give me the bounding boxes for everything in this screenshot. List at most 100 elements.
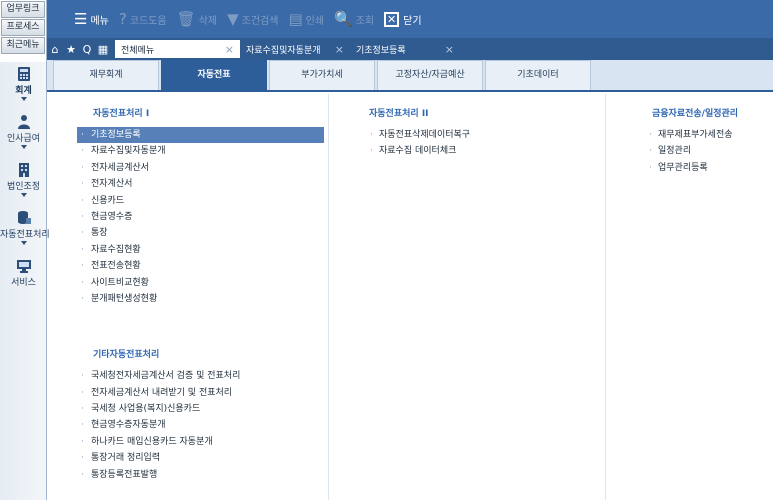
menu-item[interactable]: 자료수집및자동분개 — [77, 143, 327, 160]
search-icon[interactable]: Q — [79, 43, 95, 56]
menu-item[interactable]: 업무관리등록 — [648, 160, 773, 177]
nav-label-corporate-adjust: 법인조정 — [6, 182, 41, 192]
tab-data-collection[interactable]: 자료수집및자동분개 × — [240, 40, 350, 58]
tab-vat[interactable]: 부가가치세 — [269, 60, 375, 90]
menu-button-label: 메뉴 — [90, 15, 109, 27]
hamburger-icon: ☰ — [74, 10, 88, 28]
nav-item-payroll[interactable]: 인사급여 — [0, 110, 47, 158]
monitor-icon — [16, 260, 31, 273]
menu-item[interactable]: 통장거래 정리입력 — [77, 450, 327, 467]
menu-item[interactable]: 통장 — [77, 225, 327, 242]
code-help-label: 코드도움 — [129, 15, 167, 27]
nav-label-auto-voucher: 자동전표처리 — [0, 230, 50, 240]
menu-item[interactable]: 국세청전자세금계산서 검증 및 전표처리 — [77, 368, 327, 385]
menu-item[interactable]: 신용카드 — [77, 193, 327, 210]
main-toolbar: ☰ 메뉴 ? 코드도움 🗑 삭제 ▼ 조건검색 ▤ 인쇄 🔍 조회 ✕ 닫기 — [47, 0, 773, 38]
document-tab-bar: ⌂ ★ Q ▦ 전체메뉴 × 자료수집및자동분개 × 기초정보등록 × — [47, 38, 773, 60]
menu-column-1: 자동전표처리 I 기초정보등록자료수집및자동분개전자세금계산서전자계산서신용카드… — [77, 94, 327, 500]
home-icon[interactable]: ⌂ — [47, 43, 63, 56]
calculator-icon — [17, 67, 30, 81]
close-button[interactable]: ✕ 닫기 — [379, 0, 426, 38]
trash-icon: 🗑 — [176, 10, 196, 28]
tab-label: 기초정보등록 — [356, 45, 406, 56]
menu-list: 자동전표삭제데이터복구자료수집 데이터체크 — [369, 127, 604, 160]
chevron-down-icon — [20, 241, 27, 245]
nav-item-service[interactable]: 서비스 — [0, 254, 47, 302]
close-icon: ✕ — [384, 11, 400, 27]
menu-item[interactable]: 재무제표부가세전송 — [648, 127, 773, 144]
menu-item[interactable]: 기초정보등록 — [77, 127, 324, 144]
chevron-down-icon — [20, 145, 27, 149]
category-tab-bar: 재무회계 자동전표 부가가치세 고정자산/자금예산 기초데이터 — [47, 60, 773, 92]
building-icon — [18, 163, 29, 177]
menu-item[interactable]: 사이트비교현황 — [77, 275, 327, 292]
tab-fixed-assets[interactable]: 고정자산/자금예산 — [377, 60, 483, 90]
menu-item[interactable]: 전자세금계산서 — [77, 160, 327, 177]
menu-item[interactable]: 현금영수증 — [77, 209, 327, 226]
condition-search-label: 조건검색 — [241, 15, 279, 27]
delete-label: 삭제 — [198, 15, 218, 27]
menu-item[interactable]: 전자계산서 — [77, 176, 327, 193]
app-window: 업무링크 프로세스 최근메뉴 회계 인사급여 법인조정 자동전표처리 서비스 ☰… — [0, 0, 773, 500]
nav-label-accounting: 회계 — [15, 86, 32, 96]
chevron-down-icon — [20, 193, 27, 197]
nav-label-payroll: 인사급여 — [6, 134, 41, 144]
menu-column-3: 금융자료전송/일정관리 재무제표부가세전송일정관리업무관리등록 — [605, 94, 773, 500]
module-nav: 회계 인사급여 법인조정 자동전표처리 서비스 — [0, 62, 50, 500]
nav-item-auto-voucher[interactable]: 자동전표처리 — [0, 206, 50, 254]
menu-list: 재무제표부가세전송일정관리업무관리등록 — [648, 127, 773, 177]
print-button[interactable]: ▤ 인쇄 — [283, 0, 329, 38]
quick-link-recent[interactable]: 최근메뉴 — [1, 37, 45, 54]
menu-item[interactable]: 통장등록전표발행 — [77, 467, 327, 484]
section-title: 자동전표처리 II — [369, 109, 429, 119]
close-icon[interactable]: × — [335, 43, 344, 56]
menu-item[interactable]: 국세청 사업용(복지)신용카드 — [77, 401, 327, 418]
tab-auto-voucher[interactable]: 자동전표 — [161, 60, 267, 90]
menu-list: 기초정보등록자료수집및자동분개전자세금계산서전자계산서신용카드현금영수증통장자료… — [77, 127, 327, 308]
star-icon[interactable]: ★ — [63, 43, 79, 56]
menu-content: 자동전표처리 I 기초정보등록자료수집및자동분개전자세금계산서전자계산서신용카드… — [47, 94, 773, 500]
nav-label-service: 서비스 — [11, 278, 36, 288]
calendar-icon[interactable]: ▦ — [95, 43, 111, 56]
database-icon — [17, 211, 31, 224]
menu-item[interactable]: 분개패턴생성현황 — [77, 291, 327, 308]
code-help-button[interactable]: ? 코드도움 — [114, 0, 172, 38]
menu-item[interactable]: 일정관리 — [648, 143, 773, 160]
menu-item[interactable]: 전표전송현황 — [77, 258, 327, 275]
menu-button[interactable]: ☰ 메뉴 — [69, 0, 114, 38]
tab-label: 전체메뉴 — [121, 45, 155, 56]
left-sidebar: 업무링크 프로세스 최근메뉴 회계 인사급여 법인조정 자동전표처리 서비스 — [0, 0, 50, 500]
filter-icon: ▼ — [227, 10, 239, 28]
menu-item[interactable]: 현금영수증자동분개 — [77, 417, 327, 434]
tab-label: 자료수집및자동분개 — [246, 45, 321, 56]
tab-financial-accounting[interactable]: 재무회계 — [53, 60, 159, 90]
question-icon: ? — [118, 10, 127, 28]
section-title: 자동전표처리 I — [93, 109, 150, 119]
menu-item[interactable]: 자동전표삭제데이터복구 — [369, 127, 604, 144]
tab-all-menu[interactable]: 전체메뉴 × — [115, 40, 240, 58]
menu-item[interactable]: 전자세금계산서 내려받기 및 전표처리 — [77, 385, 327, 402]
printer-icon: ▤ — [288, 10, 303, 28]
quick-link-process[interactable]: 프로세스 — [1, 19, 45, 36]
chevron-down-icon — [20, 97, 27, 101]
close-icon[interactable]: × — [225, 43, 234, 56]
menu-item[interactable]: 자료수집 데이터체크 — [369, 143, 604, 160]
tab-basic-info[interactable]: 기초정보등록 × — [350, 40, 460, 58]
search-icon: 🔍 — [334, 10, 353, 28]
tab-base-data[interactable]: 기초데이터 — [485, 60, 591, 90]
person-icon — [17, 115, 30, 129]
menu-item[interactable]: 하나카드 매입신용카드 자동분개 — [77, 434, 327, 451]
print-label: 인쇄 — [305, 15, 325, 27]
nav-item-accounting[interactable]: 회계 — [0, 62, 47, 110]
section-title: 기타자동전표처리 — [93, 350, 160, 361]
lookup-label: 조회 — [355, 15, 375, 27]
quick-link-business[interactable]: 업무링크 — [1, 1, 45, 18]
menu-column-2: 자동전표처리 II 자동전표삭제데이터복구자료수집 데이터체크 — [328, 94, 604, 500]
close-icon[interactable]: × — [445, 43, 454, 56]
lookup-button[interactable]: 🔍 조회 — [329, 0, 379, 38]
nav-item-corporate-adjust[interactable]: 법인조정 — [0, 158, 47, 206]
condition-search-button[interactable]: ▼ 조건검색 — [222, 0, 283, 38]
menu-item[interactable]: 자료수집현황 — [77, 242, 327, 259]
close-label: 닫기 — [403, 15, 422, 27]
delete-button[interactable]: 🗑 삭제 — [172, 0, 222, 38]
